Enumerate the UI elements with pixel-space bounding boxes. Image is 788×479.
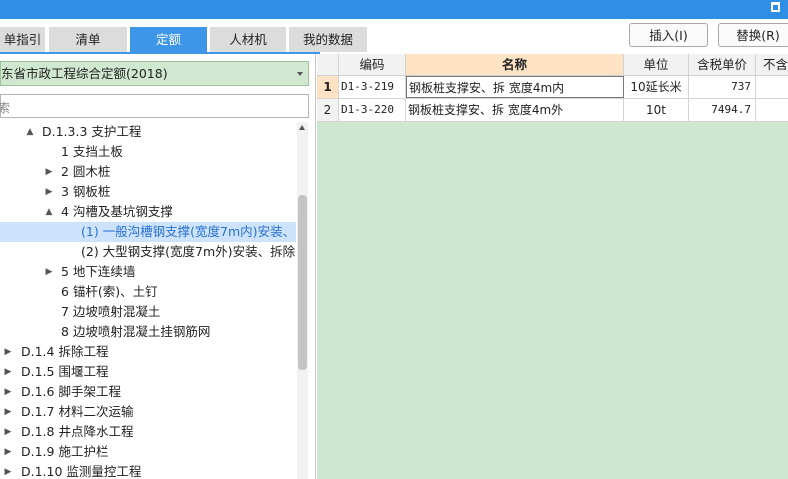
cell-pretax-price[interactable] (756, 76, 788, 98)
cell-code[interactable]: D1-3-219 (339, 76, 406, 98)
tab-my-data[interactable]: 我的数据 (289, 27, 367, 52)
expand-arrow-icon[interactable]: ▶ (3, 462, 13, 479)
panel-splitter[interactable] (315, 54, 316, 479)
search-placeholder: 索 (0, 101, 11, 115)
quota-library-select[interactable]: 东省市政工程综合定额(2018) (0, 61, 309, 86)
row-number: 1 (317, 76, 339, 98)
tree-node[interactable]: 1 支挡土板 (0, 142, 296, 162)
tree-node[interactable]: ▶ 3 钢板桩 (0, 182, 296, 202)
tree-node-label: (1) 一般沟槽钢支撑(宽度7m内)安装、... (81, 224, 294, 239)
insert-button[interactable]: 插入(I) (629, 23, 708, 47)
cell-unit[interactable]: 10t (624, 99, 689, 121)
tree-node-label: 5 地下连续墙 (61, 264, 136, 279)
expand-arrow-icon[interactable]: ▶ (3, 422, 13, 442)
quota-item-grid: 编码 名称 单位 含税单价 不含 1 D1-3-219 钢板桩支撑安、拆 宽度4… (317, 54, 788, 479)
expand-arrow-icon[interactable]: ▶ (3, 362, 13, 382)
column-header-pretax-price[interactable]: 不含 (756, 54, 788, 75)
tree-node-label: 6 锚杆(索)、土钉 (61, 284, 158, 299)
tree-node-label: 1 支挡土板 (61, 144, 123, 159)
tree-scrollbar[interactable] (297, 122, 308, 479)
cell-pretax-price[interactable] (756, 99, 788, 121)
tree-node[interactable]: ▶ D.1.8 井点降水工程 (0, 422, 296, 442)
tree-node[interactable]: ▶ D.1.7 材料二次运输 (0, 402, 296, 422)
collapse-arrow-icon[interactable]: ▲ (25, 122, 35, 142)
collapse-arrow-icon[interactable]: ▲ (44, 202, 54, 222)
title-bar (0, 0, 788, 19)
expand-arrow-icon[interactable]: ▶ (44, 182, 54, 202)
scrollbar-thumb[interactable] (298, 195, 307, 370)
row-number: 2 (317, 99, 339, 121)
cell-name[interactable]: 钢板桩支撑安、拆 宽度4m内 (406, 76, 624, 98)
tree-node-label: D.1.10 监测量控工程 (21, 464, 142, 479)
tree-node-label: 7 边坡喷射混凝土 (61, 304, 161, 319)
tree-node[interactable]: ▲ 4 沟槽及基坑钢支撑 (0, 202, 296, 222)
tab-quota[interactable]: 定额 (130, 27, 207, 52)
tree-node-label: D.1.7 材料二次运输 (21, 404, 134, 419)
expand-arrow-icon[interactable]: ▶ (44, 162, 54, 182)
restore-window-icon[interactable] (771, 2, 780, 12)
table-row[interactable]: 1 D1-3-219 钢板桩支撑安、拆 宽度4m内 10延长米 737 (317, 76, 788, 99)
tree-node[interactable]: ▶ 2 圆木桩 (0, 162, 296, 182)
quota-library-value: 东省市政工程综合定额(2018) (1, 66, 168, 81)
cell-unit[interactable]: 10延长米 (624, 76, 689, 98)
cell-code[interactable]: D1-3-220 (339, 99, 406, 121)
tree-node[interactable]: ▶ D.1.9 施工护栏 (0, 442, 296, 462)
tree-node-label: D.1.4 拆除工程 (21, 344, 109, 359)
tree-node[interactable]: ▶ D.1.5 围堰工程 (0, 362, 296, 382)
tree-node-label: D.1.6 脚手架工程 (21, 384, 121, 399)
tab-list-guide[interactable]: 单指引 (0, 27, 45, 52)
expand-arrow-icon[interactable]: ▶ (44, 262, 54, 282)
tree-node-label: D.1.8 井点降水工程 (21, 424, 134, 439)
cell-tax-price[interactable]: 737 (689, 76, 756, 98)
expand-arrow-icon[interactable]: ▶ (3, 382, 13, 402)
tree-node[interactable]: (2) 大型钢支撑(宽度7m外)安装、拆除 (0, 242, 296, 262)
grid-header: 编码 名称 单位 含税单价 不含 (317, 54, 788, 76)
table-row[interactable]: 2 D1-3-220 钢板桩支撑安、拆 宽度4m外 10t 7494.7 (317, 99, 788, 122)
column-header-index (317, 54, 339, 75)
tree-node-selected[interactable]: (1) 一般沟槽钢支撑(宽度7m内)安装、... (0, 222, 296, 242)
expand-arrow-icon[interactable]: ▶ (3, 442, 13, 462)
tree-node-label: 4 沟槽及基坑钢支撑 (61, 204, 173, 219)
tree-node-label: D.1.5 围堰工程 (21, 364, 109, 379)
column-header-name[interactable]: 名称 (406, 54, 624, 75)
dropdown-arrow-icon[interactable] (297, 72, 303, 76)
tree-node[interactable]: 6 锚杆(索)、土钉 (0, 282, 296, 302)
tree-node-label: D.1.3.3 支护工程 (42, 124, 142, 139)
tree-node[interactable]: ▲ D.1.3.3 支护工程 (0, 122, 296, 142)
tab-underline (0, 52, 320, 54)
column-header-tax-price[interactable]: 含税单价 (689, 54, 756, 75)
expand-arrow-icon[interactable]: ▶ (3, 402, 13, 422)
cell-name[interactable]: 钢板桩支撑安、拆 宽度4m外 (406, 99, 624, 121)
scroll-up-arrow-icon[interactable] (299, 125, 305, 130)
tree-node[interactable]: ▶ 5 地下连续墙 (0, 262, 296, 282)
tree-node-label: 2 圆木桩 (61, 164, 111, 179)
tree-node-label: (2) 大型钢支撑(宽度7m外)安装、拆除 (81, 244, 296, 259)
tree-node[interactable]: 7 边坡喷射混凝土 (0, 302, 296, 322)
tree-node[interactable]: ▶ D.1.6 脚手架工程 (0, 382, 296, 402)
quota-chapter-tree: ▲ D.1.3.3 支护工程 1 支挡土板 ▶ 2 圆木桩 ▶ 3 钢板桩 ▲ … (0, 122, 296, 479)
tab-bill[interactable]: 清单 (49, 27, 127, 52)
column-header-code[interactable]: 编码 (339, 54, 406, 75)
expand-arrow-icon[interactable]: ▶ (3, 342, 13, 362)
tree-node-label: 8 边坡喷射混凝土挂钢筋网 (61, 324, 211, 339)
search-input[interactable]: 索 (0, 94, 309, 118)
tree-node[interactable]: 8 边坡喷射混凝土挂钢筋网 (0, 322, 296, 342)
tab-labor-material-machine[interactable]: 人材机 (210, 27, 286, 52)
tree-node-label: D.1.9 施工护栏 (21, 444, 109, 459)
cell-tax-price[interactable]: 7494.7 (689, 99, 756, 121)
tree-node-label: 3 钢板桩 (61, 184, 111, 199)
tree-node[interactable]: ▶ D.1.10 监测量控工程 (0, 462, 296, 479)
tree-node[interactable]: ▶ D.1.4 拆除工程 (0, 342, 296, 362)
replace-button[interactable]: 替换(R) (718, 23, 788, 47)
column-header-unit[interactable]: 单位 (624, 54, 689, 75)
